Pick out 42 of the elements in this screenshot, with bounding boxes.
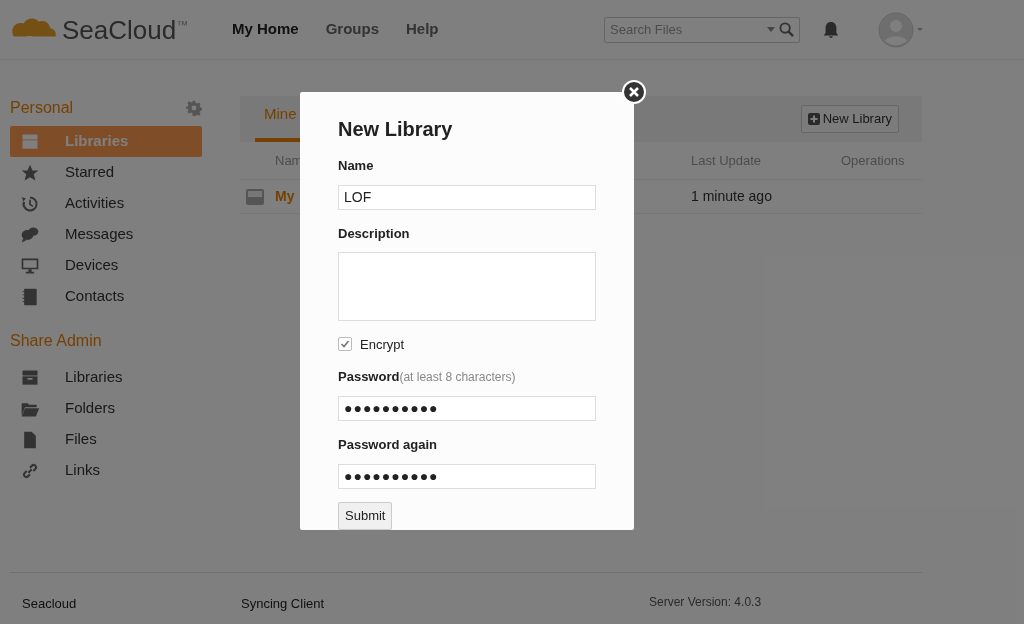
footer-link[interactable]: Syncing Client [241,593,649,614]
sidebar-item[interactable]: Libraries [10,362,202,393]
field-label: Password again [338,436,438,454]
checkbox[interactable] [338,337,352,352]
sidebar-item[interactable]: Activities [10,188,202,219]
footer-brand: Seacloud [22,594,78,613]
field-label: Description [338,224,411,243]
description-field[interactable] [338,252,596,321]
sidebar-item[interactable]: Devices [10,250,202,281]
field-label: Password(at least 8 characters) [338,368,517,387]
checkbox-label: Encrypt [360,335,405,354]
settings-icon[interactable] [186,100,202,116]
server-version: Server Version: 4.0.3 [649,594,762,611]
encrypt-checkbox[interactable]: Encrypt [338,334,596,355]
table-cell-text: 1 minute ago [691,187,772,206]
plus-icon [807,113,820,125]
close-icon[interactable] [622,80,646,104]
caret-icon[interactable] [767,26,775,32]
library-icon [245,187,265,206]
nav-link[interactable]: Help [406,18,439,41]
sidebar-item[interactable]: Messages [10,219,202,250]
search-icon[interactable] [779,21,794,37]
bell-icon[interactable] [822,19,840,40]
input-field[interactable]: ●●●●●●●●●● [338,395,596,421]
sidebar-item[interactable]: Files [10,424,202,455]
nav-link[interactable]: Groups [325,18,380,41]
section-heading: Personal [10,98,74,118]
notebook-icon [20,286,40,307]
sidebar-item[interactable]: Folders [10,393,202,424]
trademark-mark: ™ [176,16,189,34]
input-field[interactable]: ●●●●●●●●●● [338,463,596,489]
nav-link[interactable]: My Home [232,18,299,41]
sidebar-item[interactable]: Links [10,455,202,486]
sidebar-item[interactable]: Contacts [10,281,202,312]
input-field[interactable]: LOF [338,184,596,210]
field-label: Name [338,157,375,175]
new-library-button[interactable]: New Library [800,105,899,133]
logo-text: SeaCloud [62,16,177,43]
dialog-title: New Library [338,117,454,142]
section-heading: Share Admin [10,331,102,351]
submit-button[interactable]: Submit [338,501,393,530]
sidebar-item[interactable]: Starred [10,157,202,188]
